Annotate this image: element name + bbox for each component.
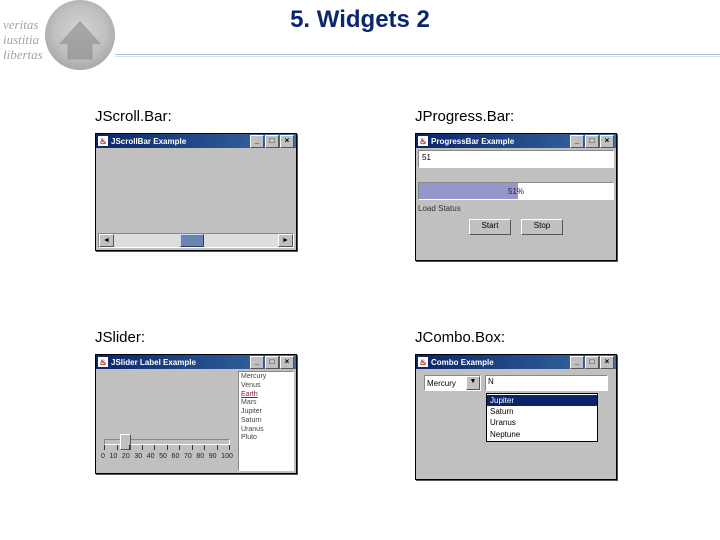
label-jcombobox: JCombo.Box: [415, 329, 665, 346]
titlebar[interactable]: ♨ Combo Example _ □ × [416, 355, 616, 369]
close-button[interactable]: × [600, 356, 614, 369]
window-jcombobox: ♨ Combo Example _ □ × Mercury ▼ N [415, 354, 617, 480]
label-jslider: JSlider: [95, 329, 345, 346]
scroll-track[interactable] [114, 234, 278, 247]
progress-value-field: 51 [418, 150, 614, 168]
close-button[interactable]: × [600, 135, 614, 148]
dropdown-item[interactable]: Uranus [487, 417, 597, 428]
java-icon: ♨ [98, 136, 108, 146]
scroll-thumb[interactable] [180, 234, 204, 247]
java-icon: ♨ [418, 357, 428, 367]
java-icon: ♨ [418, 136, 428, 146]
list-item[interactable]: Venus [241, 382, 291, 391]
list-item[interactable]: Uranus [241, 426, 291, 435]
list-item[interactable]: Jupiter [241, 408, 291, 417]
dropdown-item[interactable]: Saturn [487, 406, 597, 417]
maximize-button[interactable]: □ [265, 135, 279, 148]
label-jprogressbar: JProgress.Bar: [415, 108, 665, 125]
list-item[interactable]: Mercury [241, 373, 291, 382]
window-jprogressbar: ♨ ProgressBar Example _ □ × 51 51% Load … [415, 133, 617, 261]
minimize-button[interactable]: _ [570, 356, 584, 369]
titlebar[interactable]: ♨ JSlider Label Example _ □ × [96, 355, 296, 369]
planet-list[interactable]: Mercury Venus Earth Mars Jupiter Saturn … [238, 371, 294, 471]
minimize-button[interactable]: _ [250, 135, 264, 148]
horizontal-scrollbar[interactable]: ◄ ► [98, 233, 294, 248]
maximize-button[interactable]: □ [585, 135, 599, 148]
page-title: 5. Widgets 2 [0, 6, 720, 34]
list-item[interactable]: Pluto [241, 434, 291, 443]
close-button[interactable]: × [280, 135, 294, 148]
title-underline [115, 54, 720, 55]
combo-arrow-icon[interactable]: ▼ [466, 376, 480, 390]
window-jslider: ♨ JSlider Label Example _ □ × [95, 354, 297, 474]
progress-label: Load Status [418, 204, 614, 213]
window-title: JSlider Label Example [111, 358, 250, 367]
window-title: ProgressBar Example [431, 137, 570, 146]
list-item[interactable]: Earth [241, 391, 291, 400]
maximize-button[interactable]: □ [265, 356, 279, 369]
list-item[interactable]: Saturn [241, 417, 291, 426]
label-jscrollbar: JScroll.Bar: [95, 108, 345, 125]
progress-percent: 51% [419, 183, 613, 199]
minimize-button[interactable]: _ [570, 135, 584, 148]
window-title: Combo Example [431, 358, 570, 367]
window-title: JScrollBar Example [111, 137, 250, 146]
scroll-left-button[interactable]: ◄ [99, 234, 114, 247]
dropdown-item[interactable]: Neptune [487, 429, 597, 440]
list-item[interactable]: Mars [241, 399, 291, 408]
start-button[interactable]: Start [469, 219, 511, 235]
titlebar[interactable]: ♨ ProgressBar Example _ □ × [416, 134, 616, 148]
slider-area: 010 2030 4050 6070 8090 100 [98, 371, 236, 471]
stop-button[interactable]: Stop [521, 219, 563, 235]
combo-dropdown[interactable]: Jupiter Saturn Uranus Neptune [486, 393, 598, 442]
minimize-button[interactable]: _ [250, 356, 264, 369]
combo-selected: Mercury [425, 379, 466, 388]
window-jscrollbar: ♨ JScrollBar Example _ □ × ◄ ► [95, 133, 297, 251]
close-button[interactable]: × [280, 356, 294, 369]
combo-box[interactable]: Mercury ▼ [424, 375, 481, 391]
titlebar[interactable]: ♨ JScrollBar Example _ □ × [96, 134, 296, 148]
progress-bar: 51% [418, 182, 614, 200]
text-field[interactable]: N [485, 375, 608, 391]
title-underline-2 [115, 56, 720, 57]
maximize-button[interactable]: □ [585, 356, 599, 369]
slider-tick-labels: 010 2030 4050 6070 8090 100 [101, 453, 233, 460]
slider-ticks [104, 445, 230, 450]
java-icon: ♨ [98, 357, 108, 367]
scroll-right-button[interactable]: ► [278, 234, 293, 247]
dropdown-item[interactable]: Jupiter [487, 395, 597, 406]
